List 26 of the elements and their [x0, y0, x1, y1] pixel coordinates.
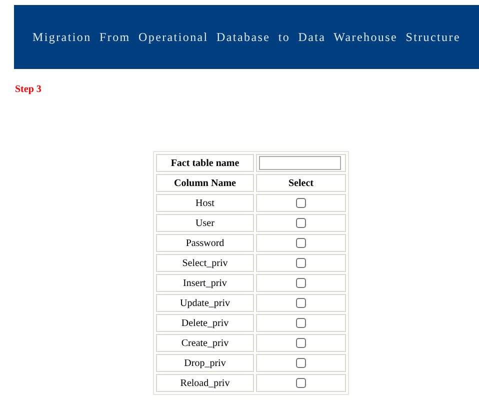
select-checkbox[interactable]: [296, 258, 306, 268]
select-checkbox[interactable]: [296, 218, 306, 228]
column-name: Select_priv: [182, 258, 228, 268]
select-checkbox[interactable]: [296, 318, 306, 328]
column-name: Update_priv: [180, 298, 230, 308]
fact-table-label: Fact table name: [170, 158, 240, 168]
column-name: Password: [186, 238, 224, 248]
select-checkbox[interactable]: [296, 298, 306, 308]
column-name: Create_priv: [181, 338, 229, 348]
column-name: Host: [196, 198, 214, 208]
fact-table-name-field[interactable]: [259, 156, 341, 170]
step-label: Step 3: [15, 84, 42, 95]
column-name: Drop_priv: [184, 358, 226, 368]
column-name: User: [196, 218, 214, 228]
select-checkbox[interactable]: [296, 358, 306, 368]
select-checkbox[interactable]: [296, 198, 306, 208]
page-title: Migration From Operational Database to Data Warehouse Structure: [32, 30, 460, 44]
column-name: Reload_priv: [180, 378, 230, 388]
select-checkbox[interactable]: [296, 238, 306, 248]
column-name: Insert_priv: [183, 278, 227, 288]
select-checkbox[interactable]: [296, 278, 306, 288]
column-header: Select: [288, 178, 314, 188]
column-header: Column Name: [174, 178, 236, 188]
select-checkbox[interactable]: [296, 378, 306, 388]
select-checkbox[interactable]: [296, 338, 306, 348]
column-name: Delete_priv: [181, 318, 229, 328]
